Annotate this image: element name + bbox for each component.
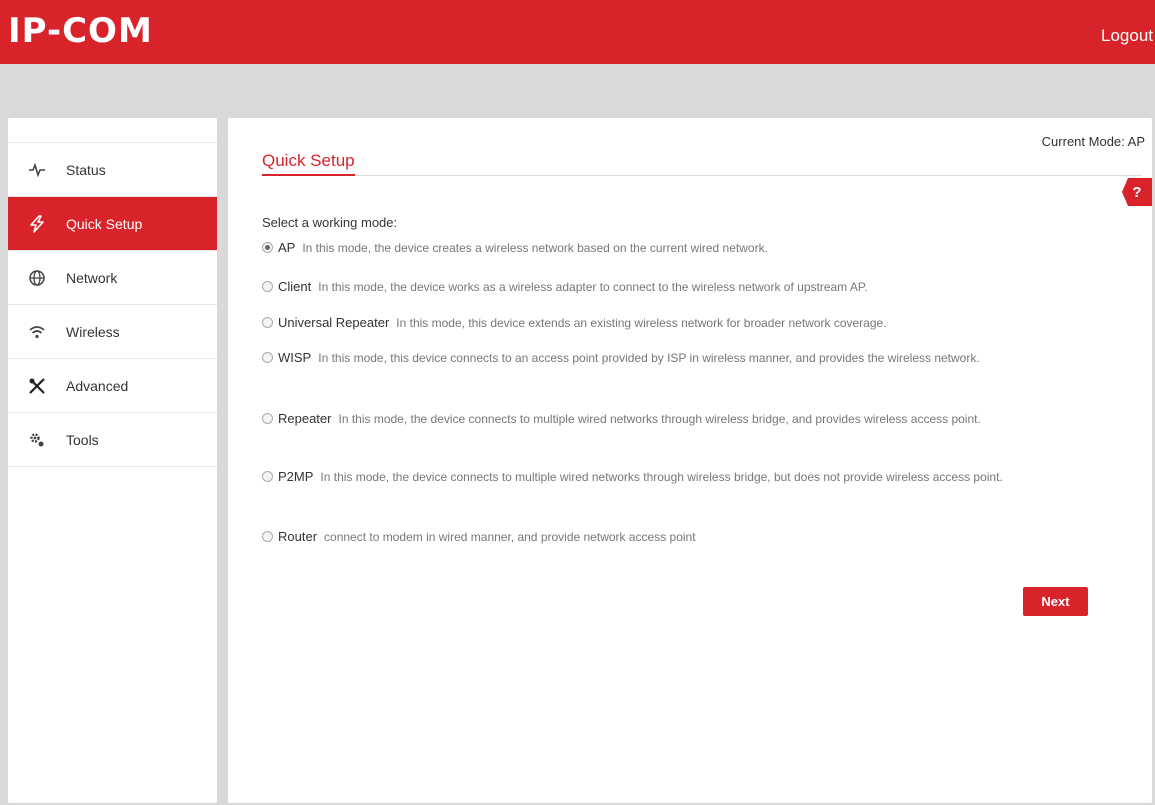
mode-name: Router (278, 529, 318, 544)
mode-desc: In this mode, the device works as a wire… (318, 280, 868, 294)
sidebar-item-label: Wireless (66, 323, 120, 340)
logout-link[interactable]: Logout (1101, 26, 1153, 46)
sidebar-item-label: Quick Setup (66, 215, 143, 232)
sidebar-item-network[interactable]: Network (8, 251, 217, 305)
mode-desc: In this mode, this device connects to an… (318, 351, 980, 365)
select-mode-label: Select a working mode: (262, 215, 398, 230)
gears-icon (26, 429, 48, 451)
radio-universal-repeater[interactable] (262, 317, 273, 328)
wifi-icon (26, 321, 48, 343)
mode-name: Repeater (278, 411, 332, 426)
sidebar-item-label: Tools (66, 431, 99, 448)
radio-ap[interactable] (262, 242, 273, 253)
ip-com-logo: IP-COM (8, 11, 153, 51)
globe-icon (26, 267, 48, 289)
sidebar-item-status[interactable]: Status (8, 143, 217, 197)
mode-option-repeater[interactable]: Repeater In this mode, the device connect… (262, 409, 1102, 429)
sidebar-item-wireless[interactable]: Wireless (8, 305, 217, 359)
mode-desc: In this mode, this device extends an exi… (396, 316, 887, 330)
title-bar: Quick Setup (262, 150, 1142, 176)
mode-option-ap[interactable]: AP In this mode, the device creates a wir… (262, 238, 1102, 258)
tools-cross-icon (26, 375, 48, 397)
mode-name: P2MP (278, 469, 314, 484)
sidebar-item-quick-setup[interactable]: Quick Setup (8, 197, 217, 251)
sidebar-menu: Status Quick Setup Network Wireless Adva… (8, 142, 217, 467)
current-mode-text: Current Mode: AP (1041, 134, 1145, 149)
radio-wisp[interactable] (262, 352, 273, 363)
sidebar-item-label: Advanced (66, 377, 129, 394)
bolt-icon (26, 213, 48, 235)
page-title: Quick Setup (262, 151, 355, 176)
sidebar: Status Quick Setup Network Wireless Adva… (8, 118, 217, 803)
mode-desc: In this mode, the device connects to mul… (320, 470, 1003, 484)
mode-option-p2mp[interactable]: P2MP In this mode, the device connects to… (262, 467, 1102, 487)
mode-desc: In this mode, the device connects to mul… (338, 412, 981, 426)
help-button[interactable]: ? (1122, 178, 1152, 206)
top-bar: IP-COM Logout (0, 0, 1155, 64)
mode-option-wisp[interactable]: WISP In this mode, this device connects t… (262, 348, 1102, 368)
mode-name: WISP (278, 350, 312, 365)
main-panel: Current Mode: AP Quick Setup ? Select a … (228, 118, 1152, 803)
mode-option-router[interactable]: Router connect to modem in wired manner, … (262, 527, 1102, 547)
radio-router[interactable] (262, 531, 273, 542)
sidebar-item-label: Network (66, 269, 118, 286)
mode-name: Universal Repeater (278, 315, 390, 330)
radio-repeater[interactable] (262, 413, 273, 424)
mode-desc: connect to modem in wired manner, and pr… (324, 530, 696, 544)
radio-client[interactable] (262, 281, 273, 292)
next-button[interactable]: Next (1023, 587, 1088, 616)
sidebar-item-advanced[interactable]: Advanced (8, 359, 217, 413)
mode-desc: In this mode, the device creates a wirel… (302, 241, 768, 255)
mode-name: Client (278, 279, 312, 294)
mode-option-universal-repeater[interactable]: Universal Repeater In this mode, this dev… (262, 313, 1102, 333)
pulse-icon (26, 159, 48, 181)
sidebar-item-tools[interactable]: Tools (8, 413, 217, 467)
mode-option-client[interactable]: Client In this mode, the device works as … (262, 277, 1102, 297)
radio-p2mp[interactable] (262, 471, 273, 482)
mode-name: AP (278, 240, 296, 255)
sidebar-item-label: Status (66, 161, 106, 178)
